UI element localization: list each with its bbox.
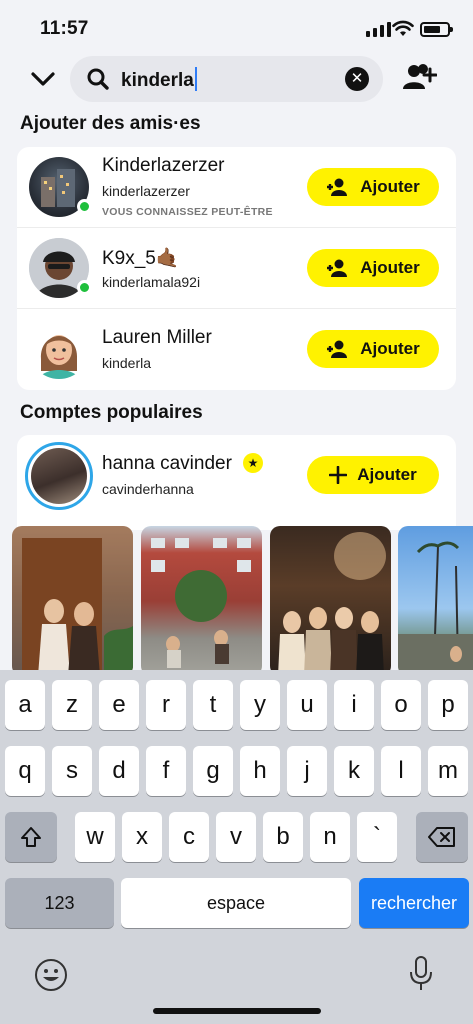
friend-username: kinderlazerzer [102, 183, 190, 199]
add-button-label: Ajouter [357, 465, 417, 484]
clear-search-button[interactable]: ✕ [345, 67, 369, 91]
story-thumbnail[interactable] [141, 526, 262, 676]
add-person-icon [327, 259, 348, 277]
key-row3-4[interactable]: b [263, 812, 303, 862]
status-time: 11:57 [40, 18, 89, 39]
popular-name: hanna cavinder [102, 453, 232, 474]
key-row2-9[interactable]: m [428, 746, 468, 796]
bitmoji-avatar [29, 319, 89, 379]
key-row3-5[interactable]: n [310, 812, 350, 862]
popular-username: cavinderhanna [102, 481, 194, 497]
story-avatar[interactable] [25, 442, 93, 510]
friend-username: kinderla [102, 355, 152, 371]
numbers-key[interactable]: 123 [5, 878, 114, 928]
battery-icon [420, 22, 453, 37]
key-row2-0[interactable]: q [5, 746, 45, 796]
friend-username: kinderlamala92i [102, 274, 201, 290]
popular-row[interactable]: hanna cavinder ★ cavinderhanna Ajouter [17, 435, 456, 516]
search-field[interactable]: kinderla ✕ [70, 56, 383, 102]
key-row1-2[interactable]: e [99, 680, 139, 730]
key-row2-6[interactable]: j [287, 746, 327, 796]
chevron-down-icon[interactable] [30, 66, 56, 92]
friend-row[interactable]: Kinderlazerzer kinderlazerzer VOUS CONNA… [17, 147, 456, 228]
friend-name: Kinderlazerzer [102, 155, 225, 176]
key-row3-3[interactable]: v [216, 812, 256, 862]
add-popular-button[interactable]: Ajouter [307, 456, 439, 494]
key-row2-2[interactable]: d [99, 746, 139, 796]
key-row2-3[interactable]: f [146, 746, 186, 796]
key-row1-1[interactable]: z [52, 680, 92, 730]
key-row1-5[interactable]: y [240, 680, 280, 730]
section-title-add-friends: Ajouter des amis·es [20, 113, 201, 134]
online-indicator [77, 199, 92, 214]
home-indicator [153, 1008, 321, 1014]
space-key[interactable]: espace [121, 878, 351, 928]
add-friend-button[interactable]: Ajouter [307, 249, 439, 287]
key-row2-1[interactable]: s [52, 746, 92, 796]
key-row1-8[interactable]: o [381, 680, 421, 730]
friend-name: K9x_5🤙🏾 [102, 248, 180, 269]
key-row3-0[interactable]: w [75, 812, 115, 862]
backspace-icon [428, 827, 455, 847]
plus-icon [329, 466, 348, 484]
wifi-icon [392, 20, 414, 36]
status-bar: 11:57 [0, 0, 473, 58]
story-thumbnail[interactable] [398, 526, 473, 676]
add-friend-button[interactable]: Ajouter [307, 330, 439, 368]
key-row1-4[interactable]: t [193, 680, 233, 730]
key-row1-0[interactable]: a [5, 680, 45, 730]
add-friends-card: Kinderlazerzer kinderlazerzer VOUS CONNA… [17, 147, 456, 390]
key-row2-8[interactable]: l [381, 746, 421, 796]
key-row2-7[interactable]: k [334, 746, 374, 796]
search-query: kinderla [121, 70, 194, 91]
key-row2-4[interactable]: g [193, 746, 233, 796]
search-icon [87, 68, 109, 90]
friend-name: Lauren Miller [102, 327, 212, 348]
add-friend-icon[interactable] [401, 62, 437, 92]
story-thumbnails [12, 526, 473, 676]
star-badge-icon: ★ [243, 453, 263, 473]
key-row3-2[interactable]: c [169, 812, 209, 862]
key-row3-6[interactable]: ` [357, 812, 397, 862]
online-indicator [77, 280, 92, 295]
emoji-icon[interactable] [34, 958, 68, 992]
key-row1-3[interactable]: r [146, 680, 186, 730]
cellular-signal-icon [366, 22, 391, 37]
search-input[interactable]: kinderla [121, 67, 197, 92]
shift-key[interactable] [5, 812, 57, 862]
key-row1-7[interactable]: i [334, 680, 374, 730]
friend-row[interactable]: K9x_5🤙🏾 kinderlamala92i Ajouter [17, 228, 456, 309]
add-button-label: Ajouter [360, 339, 420, 358]
text-cursor [194, 67, 197, 91]
key-row1-9[interactable]: p [428, 680, 468, 730]
story-thumbnail[interactable] [270, 526, 391, 676]
section-title-popular: Comptes populaires [20, 402, 203, 423]
popular-accounts-card: hanna cavinder ★ cavinderhanna Ajouter [17, 435, 456, 530]
story-thumbnail[interactable] [12, 526, 133, 676]
friend-row[interactable]: Lauren Miller kinderla Ajouter [17, 309, 456, 390]
backspace-key[interactable] [416, 812, 468, 862]
add-button-label: Ajouter [360, 177, 420, 196]
shift-icon [21, 827, 41, 847]
key-row1-6[interactable]: u [287, 680, 327, 730]
add-button-label: Ajouter [360, 258, 420, 277]
friend-hint: VOUS CONNAISSEZ PEUT-ÊTRE [102, 206, 273, 218]
microphone-icon[interactable] [408, 955, 434, 993]
add-person-icon [327, 340, 348, 358]
search-key[interactable]: rechercher [359, 878, 469, 928]
add-friend-button[interactable]: Ajouter [307, 168, 439, 206]
add-person-icon [327, 178, 348, 196]
key-row3-1[interactable]: x [122, 812, 162, 862]
keyboard: azertyuiop qsdfghjklm w x c v b n ` 123 espace… [0, 670, 473, 1024]
key-row2-5[interactable]: h [240, 746, 280, 796]
